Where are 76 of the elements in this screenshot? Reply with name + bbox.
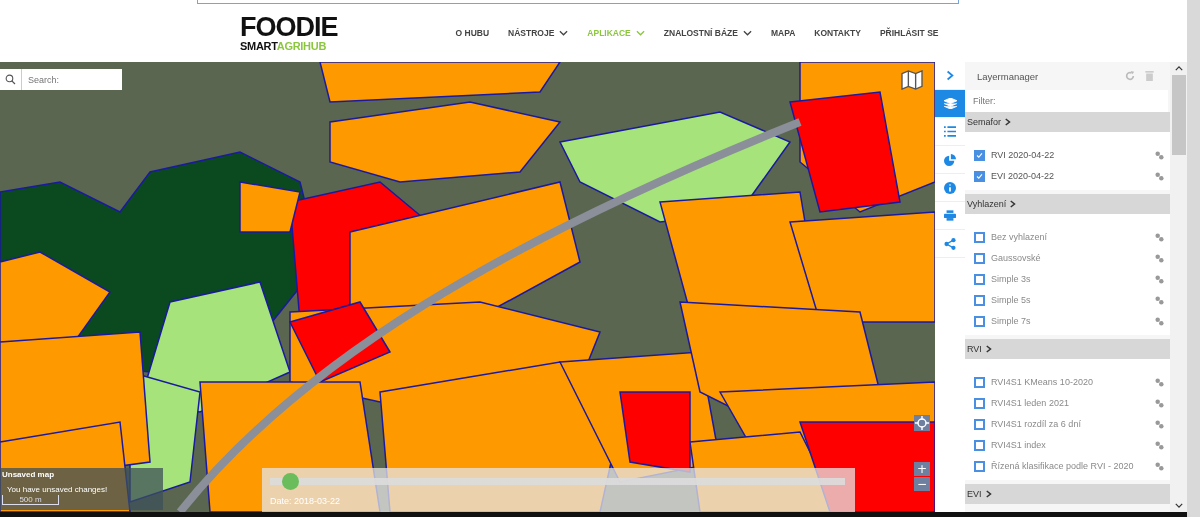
- pie-chart-icon: [944, 153, 956, 166]
- chevron-icon: [985, 490, 992, 498]
- layer-group-header[interactable]: Vyhlazení: [965, 194, 1170, 214]
- checkbox[interactable]: [974, 273, 985, 285]
- list-icon: [944, 126, 956, 137]
- date-label: Date: 2018-03-22: [270, 496, 342, 506]
- gears-icon[interactable]: [1155, 461, 1164, 471]
- notice-title: Unsaved map: [2, 470, 56, 479]
- layers-tool-button[interactable]: [935, 90, 965, 118]
- gears-icon[interactable]: [1155, 377, 1164, 387]
- checkbox[interactable]: [974, 294, 985, 306]
- checkbox[interactable]: [974, 149, 985, 161]
- refresh-icon[interactable]: [1125, 71, 1135, 81]
- search-button[interactable]: [0, 69, 22, 90]
- layer-group-header[interactable]: RVI: [965, 339, 1170, 359]
- scrollbar-thumb[interactable]: [1171, 75, 1186, 155]
- notice-message: You have unsaved changes!: [7, 485, 109, 494]
- checkbox[interactable]: [974, 418, 985, 430]
- scrollbar[interactable]: [1170, 62, 1187, 512]
- chevron-icon: [985, 345, 992, 353]
- checkbox[interactable]: [974, 252, 985, 264]
- gears-icon[interactable]: [1155, 398, 1164, 408]
- layer-name[interactable]: RVI4S1 rozdíl za 6 dní: [991, 419, 1155, 429]
- layer-name[interactable]: RVI 2020-04-22: [991, 150, 1155, 160]
- layer-name[interactable]: RVI4S1 KMeans 10-2020: [991, 377, 1155, 387]
- checkbox[interactable]: [974, 460, 985, 472]
- checkbox[interactable]: [974, 439, 985, 451]
- gears-icon[interactable]: [1155, 316, 1164, 326]
- layer-name[interactable]: Řízená klasifikace podle RVI - 2020: [991, 461, 1155, 471]
- scale-bar: 500 m: [2, 495, 59, 505]
- layer-name[interactable]: RVI4S1 index: [991, 440, 1155, 450]
- layer-name[interactable]: EVI 2020-04-22: [991, 171, 1155, 181]
- page-scrollbar[interactable]: [1187, 0, 1200, 517]
- zoom-button[interactable]: +: [914, 462, 930, 476]
- gears-icon[interactable]: [1155, 440, 1164, 450]
- chevron-icon: [1005, 118, 1011, 126]
- nav-link[interactable]: O HUBU: [455, 28, 490, 38]
- gears-icon[interactable]: [1155, 150, 1164, 160]
- gears-icon[interactable]: [1155, 295, 1164, 305]
- search-icon: [5, 74, 16, 85]
- layer-group-header[interactable]: Semafor: [965, 112, 1170, 132]
- layer-group-header[interactable]: EVI: [965, 484, 1170, 504]
- layer-name[interactable]: Gaussovské: [991, 253, 1155, 263]
- chevron-icon: [1010, 200, 1017, 208]
- nav-link[interactable]: NÁSTROJE: [508, 28, 569, 38]
- checkbox[interactable]: [974, 397, 985, 409]
- nav-link[interactable]: MAPA: [770, 28, 796, 38]
- checkbox[interactable]: [974, 315, 985, 327]
- nav-link[interactable]: KONTAKTY: [814, 28, 861, 38]
- filter-field[interactable]: Filter:: [965, 90, 1168, 112]
- panel-title: Layermanager: [977, 70, 1040, 82]
- layer-name[interactable]: Bez vyhlazení: [991, 232, 1155, 242]
- gears-icon[interactable]: [1155, 253, 1164, 263]
- gears-icon[interactable]: [1155, 171, 1164, 181]
- zoom-button[interactable]: −: [914, 477, 930, 491]
- logo[interactable]: FOODIE SMARTAGRIHUB: [240, 14, 338, 52]
- checkbox[interactable]: [974, 170, 985, 182]
- print-icon: [944, 210, 956, 221]
- layer-name[interactable]: Simple 7s: [991, 316, 1155, 326]
- share-icon: [944, 237, 956, 250]
- checkbox[interactable]: [974, 231, 985, 243]
- gears-icon[interactable]: [1155, 274, 1164, 284]
- layer-name[interactable]: RVI4S1 leden 2021: [991, 398, 1155, 408]
- info-icon: [944, 181, 956, 194]
- layer-name[interactable]: Simple 5s: [991, 295, 1155, 305]
- slider-thumb[interactable]: [281, 473, 299, 490]
- layers-icon: [943, 98, 957, 109]
- checkbox[interactable]: [974, 376, 985, 388]
- search-field[interactable]: Search:: [22, 69, 122, 90]
- layer-name[interactable]: Simple 3s: [991, 274, 1155, 284]
- locate-icon[interactable]: [914, 415, 930, 431]
- gears-icon[interactable]: [1155, 232, 1164, 242]
- nav-link[interactable]: PŘIHLÁSIT SE: [879, 28, 939, 38]
- gears-icon[interactable]: [1155, 419, 1164, 429]
- chevron-icon: [946, 70, 954, 81]
- nav-link[interactable]: ZNALOSTNÍ BÁZE: [663, 28, 752, 38]
